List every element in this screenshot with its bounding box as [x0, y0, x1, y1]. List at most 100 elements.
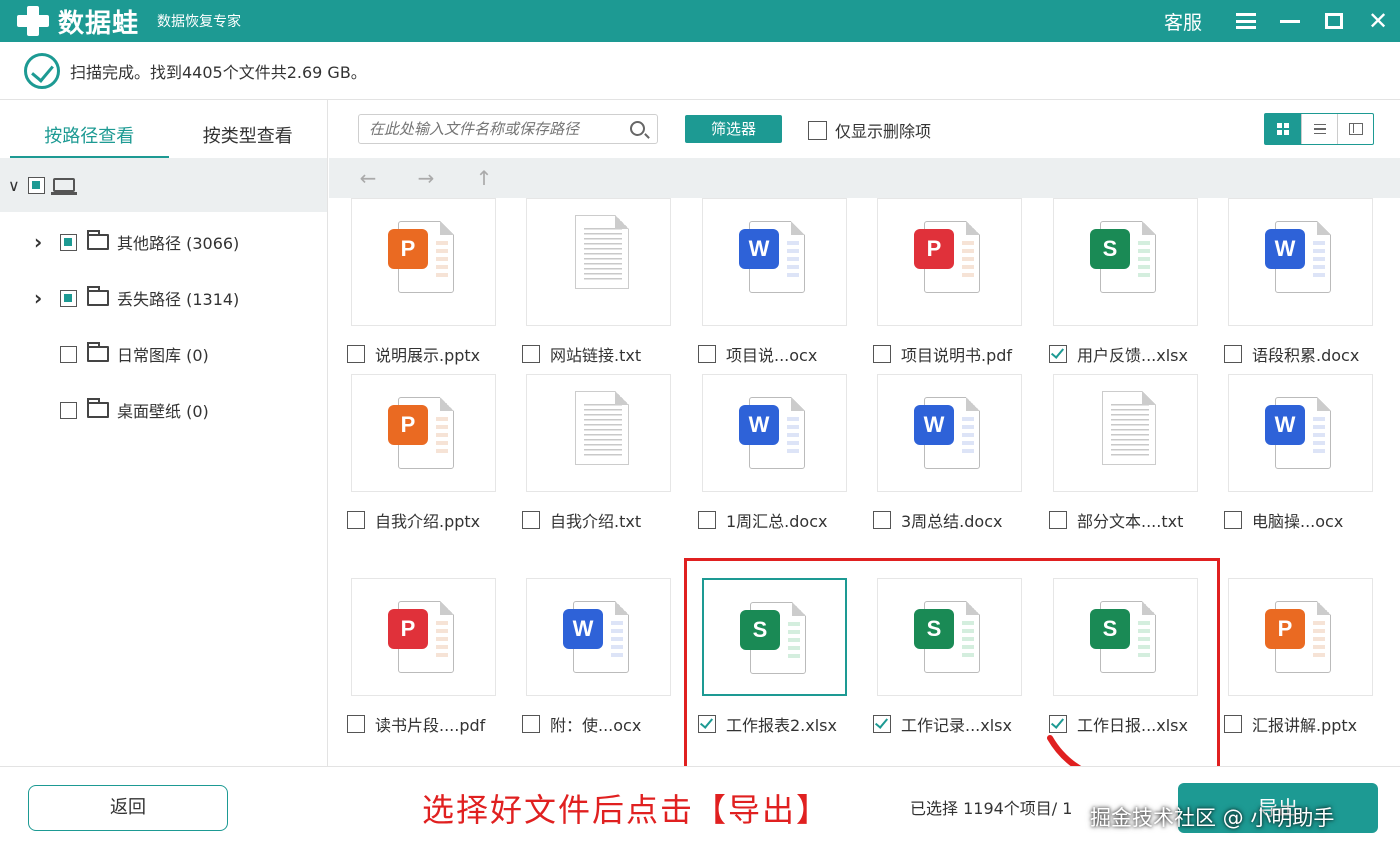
filter-button[interactable]: 筛选器 [685, 115, 782, 143]
tree-item-checkbox[interactable] [60, 401, 77, 419]
only-deleted-label: 仅显示删除项 [835, 122, 932, 141]
file-item[interactable]: 网站链接.txt [504, 198, 680, 388]
file-name: 3周总结.docx [901, 512, 1003, 531]
file-item[interactable]: P 汇报讲解.pptx [1206, 578, 1382, 758]
file-item[interactable]: P 项目说明书.pdf [855, 198, 1031, 388]
file-checkbox[interactable] [347, 345, 365, 363]
file-checkbox[interactable] [347, 715, 365, 733]
path-navigation-bar: ← → ↑ [329, 158, 1400, 198]
tree-item[interactable]: ›日常图库 (0) [0, 334, 209, 374]
file-checkbox[interactable] [522, 511, 540, 529]
grid-view-button[interactable] [1265, 114, 1301, 144]
file-thumbnail[interactable]: P [351, 578, 496, 696]
file-checkbox[interactable] [347, 511, 365, 529]
file-item[interactable]: W 语段积累.docx [1206, 198, 1382, 388]
file-checkbox[interactable] [698, 511, 716, 529]
file-thumbnail[interactable]: W [1228, 198, 1373, 326]
forward-arrow-icon[interactable]: → [407, 166, 445, 190]
file-item[interactable]: S 用户反馈...xlsx [1031, 198, 1207, 388]
txt-file-icon [575, 391, 629, 465]
left-panel: 按路径查看 按类型查看 ∨ › 其他路径 (3066) › 丢失路径 (1314) ›日… [0, 100, 328, 766]
file-name: 自我介绍.txt [550, 512, 642, 531]
file-thumbnail[interactable]: P [1228, 578, 1373, 696]
file-checkbox[interactable] [873, 511, 891, 529]
file-checkbox[interactable] [1224, 345, 1242, 363]
file-item[interactable]: W 项目说...ocx [680, 198, 856, 388]
chevron-right-icon[interactable]: › [34, 286, 60, 310]
tree-item-checkbox[interactable] [60, 289, 77, 307]
file-name: 项目说明书.pdf [901, 346, 1013, 365]
file-thumbnail[interactable]: W [526, 578, 671, 696]
tab-by-type[interactable]: 按类型查看 [169, 100, 328, 158]
file-thumbnail[interactable]: W [702, 374, 847, 492]
menu-button[interactable] [1224, 0, 1268, 42]
file-thumbnail[interactable]: W [1228, 374, 1373, 492]
minimize-button[interactable] [1268, 0, 1312, 42]
tree-item[interactable]: › 其他路径 (3066) [0, 222, 239, 262]
folder-icon [87, 398, 109, 418]
only-deleted-toggle[interactable]: 仅显示删除项 [808, 118, 931, 142]
file-checkbox[interactable] [522, 715, 540, 733]
tree-item[interactable]: ›桌面壁纸 (0) [0, 390, 209, 430]
file-item[interactable]: W 3周总结.docx [855, 374, 1031, 554]
file-thumbnail[interactable] [526, 374, 671, 492]
file-checkbox[interactable] [698, 345, 716, 363]
file-checkbox[interactable] [1049, 511, 1067, 529]
file-checkbox[interactable] [1049, 345, 1067, 363]
list-view-button[interactable] [1301, 114, 1337, 144]
back-arrow-icon[interactable]: ← [349, 166, 387, 190]
file-thumbnail[interactable] [1053, 374, 1198, 492]
pdf-badge-icon: P [914, 229, 954, 269]
file-thumbnail[interactable]: P [351, 374, 496, 492]
file-thumbnail[interactable]: W [702, 198, 847, 326]
file-checkbox[interactable] [1224, 715, 1242, 733]
only-deleted-checkbox[interactable] [808, 120, 827, 140]
file-thumbnail[interactable]: W [877, 374, 1022, 492]
search-input[interactable] [359, 115, 619, 143]
selected-count: 已选择 1194个项目/ 1 [910, 799, 1073, 818]
file-thumbnail[interactable]: P [351, 198, 496, 326]
customer-service-button[interactable]: 客服 [1164, 8, 1202, 35]
file-checkbox[interactable] [1224, 511, 1242, 529]
file-thumbnail[interactable]: P [877, 198, 1022, 326]
search-box[interactable] [358, 114, 658, 144]
root-checkbox[interactable] [27, 176, 45, 194]
tree-item[interactable]: › 丢失路径 (1314) [0, 278, 239, 318]
file-checkbox[interactable] [873, 345, 891, 363]
txt-file-icon [1102, 391, 1156, 465]
txt-file-icon [575, 215, 629, 289]
tree-root-drive[interactable]: ∨ [0, 158, 327, 212]
tree-item-checkbox[interactable] [60, 233, 77, 251]
file-item[interactable]: W 1周汇总.docx [680, 374, 856, 554]
tree-item-checkbox[interactable] [60, 345, 77, 363]
file-thumbnail[interactable] [526, 198, 671, 326]
tab-by-path[interactable]: 按路径查看 [10, 100, 169, 158]
chevron-down-icon[interactable]: ∨ [8, 176, 20, 195]
file-item[interactable]: W 电脑操...ocx [1206, 374, 1382, 554]
file-checkbox[interactable] [522, 345, 540, 363]
file-item[interactable]: W 附：使...ocx [504, 578, 680, 758]
close-icon: ✕ [1367, 7, 1389, 35]
pdf-badge-icon: P [388, 609, 428, 649]
pptx-badge-icon: P [1265, 609, 1305, 649]
chevron-right-icon[interactable]: › [34, 230, 60, 254]
xlsx-badge-icon: S [1090, 229, 1130, 269]
file-name: 语段积累.docx [1252, 346, 1360, 365]
file-name: 说明展示.pptx [375, 346, 481, 365]
file-item[interactable]: 自我介绍.txt [504, 374, 680, 554]
search-icon[interactable] [630, 121, 645, 136]
up-arrow-icon[interactable]: ↑ [465, 166, 503, 190]
file-thumbnail[interactable]: S [1053, 198, 1198, 326]
close-button[interactable]: ✕ [1356, 0, 1400, 42]
file-item[interactable]: P 读书片段....pdf [329, 578, 505, 758]
docx-badge-icon: W [1265, 229, 1305, 269]
file-item[interactable]: P 自我介绍.pptx [329, 374, 505, 554]
detail-view-button[interactable] [1337, 114, 1373, 144]
file-name: 网站链接.txt [550, 346, 642, 365]
file-item[interactable]: 部分文本....txt [1031, 374, 1207, 554]
back-button[interactable]: 返回 [28, 785, 228, 831]
maximize-button[interactable] [1312, 0, 1356, 42]
tree-item-label: 桌面壁纸 (0) [117, 402, 209, 421]
file-item[interactable]: P 说明展示.pptx [329, 198, 505, 388]
folder-icon [87, 342, 109, 362]
